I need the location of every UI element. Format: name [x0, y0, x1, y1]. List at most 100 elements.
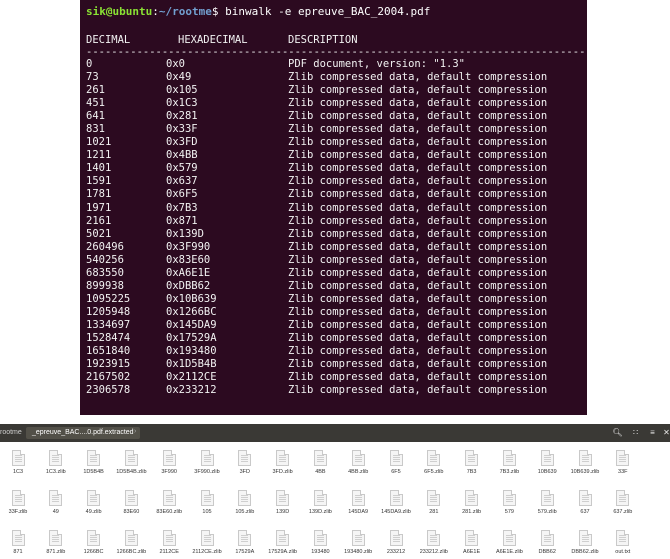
file-item[interactable]: 105.zlib [226, 490, 264, 516]
file-item[interactable]: 6F5 [377, 450, 415, 476]
document-icon [540, 530, 554, 546]
document-icon [616, 450, 630, 466]
file-item[interactable]: DBB62.zlib [566, 530, 604, 556]
result-decimal: 1651840 [86, 345, 131, 358]
result-description: Zlib compressed data, default compressio… [288, 97, 548, 110]
file-item[interactable]: 145DA9.zlib [377, 490, 415, 516]
file-item[interactable]: 193480.zlib [339, 530, 377, 556]
file-item[interactable]: 1266BC [75, 530, 113, 556]
result-row: 1591 0x637 Zlib compressed data, default c… [80, 175, 587, 188]
file-name: 1266BC.zlib [116, 549, 147, 555]
result-description: Zlib compressed data, default compressio… [288, 162, 548, 175]
file-item[interactable]: 233212 [377, 530, 415, 556]
file-item[interactable]: 2112CE.zlib [188, 530, 226, 556]
file-item[interactable]: 83E60 [112, 490, 150, 516]
breadcrumb-forward-icon[interactable]: › [134, 428, 136, 435]
result-decimal: 641 [86, 110, 105, 123]
result-row: 2306578 0x233212 Zlib compressed data, def… [80, 384, 587, 397]
result-description: Zlib compressed data, default compressio… [288, 188, 548, 201]
file-item[interactable]: 49 [37, 490, 75, 516]
file-item[interactable]: 17529A [226, 530, 264, 556]
file-name: 2112CE.zlib [192, 549, 222, 555]
file-name: A6E1E [463, 549, 481, 555]
file-name: 1D5B4B.zlib [116, 469, 147, 475]
file-item[interactable]: 33F.zlib [0, 490, 37, 516]
file-name: 281 [429, 509, 439, 515]
file-name: 193480 [311, 549, 330, 555]
document-icon [49, 450, 63, 466]
result-decimal: 1781 [86, 188, 112, 201]
file-item[interactable]: out.txt [604, 530, 642, 556]
result-row: 1334697 0x145DA9 Zlib compressed data, def… [80, 319, 587, 332]
breadcrumb-parent[interactable]: rootme [0, 429, 22, 436]
file-item[interactable]: 871.zlib [37, 530, 75, 556]
result-description: Zlib compressed data, default compressio… [288, 240, 548, 253]
file-item[interactable]: 145DA9 [339, 490, 377, 516]
document-icon [502, 450, 516, 466]
file-item[interactable]: 6F5.zlib [415, 450, 453, 476]
breadcrumb-current[interactable]: _epreuve_BAC....0.pdf.extracted [26, 427, 140, 439]
file-name: 49 [52, 509, 59, 515]
result-description: Zlib compressed data, default compressio… [288, 384, 548, 397]
result-decimal: 540256 [86, 253, 124, 266]
file-name: 4BB.zlib [348, 469, 369, 475]
file-item[interactable]: 3FD.zlib [264, 450, 302, 476]
file-item[interactable]: 10B639.zlib [566, 450, 604, 476]
file-item[interactable]: 193480 [301, 530, 339, 556]
file-item[interactable]: A6E1E [453, 530, 491, 556]
file-item[interactable]: 139D.zlib [301, 490, 339, 516]
result-decimal: 0 [86, 58, 93, 70]
file-item[interactable]: 49.zlib [75, 490, 113, 516]
menu-icon[interactable]: ≡ [646, 427, 659, 439]
result-hex: 0x139D [166, 227, 204, 240]
file-item[interactable]: 105 [188, 490, 226, 516]
file-item[interactable]: 10B639 [528, 450, 566, 476]
file-item[interactable]: 637 [566, 490, 604, 516]
file-item[interactable]: 3FD [226, 450, 264, 476]
file-item[interactable]: 1D5B4B.zlib [112, 450, 150, 476]
file-item[interactable]: 7B3.zlib [490, 450, 528, 476]
view-toggle-icon[interactable]: ∷ [629, 427, 642, 439]
document-icon [124, 530, 138, 546]
file-item[interactable]: 2112CE [150, 530, 188, 556]
document-icon [313, 450, 327, 466]
file-item[interactable]: DBB62 [528, 530, 566, 556]
file-item[interactable]: 281 [415, 490, 453, 516]
file-item[interactable]: 579.zlib [528, 490, 566, 516]
file-item[interactable]: 579 [490, 490, 528, 516]
file-name: 637.zlib [613, 509, 633, 515]
file-item[interactable]: 233212.zlib [415, 530, 453, 556]
file-item[interactable]: 4BB.zlib [339, 450, 377, 476]
document-icon [162, 450, 176, 466]
file-item[interactable]: 637.zlib [604, 490, 642, 516]
file-item[interactable]: 1D5B4B [75, 450, 113, 476]
search-icon[interactable]: 🔍︎ [611, 427, 624, 439]
file-item[interactable]: A6E1E.zlib [490, 530, 528, 556]
document-icon [616, 530, 630, 546]
result-hex: 0x83E60 [166, 253, 211, 266]
file-item[interactable]: 3F990 [150, 450, 188, 476]
file-item[interactable]: 281.zlib [453, 490, 491, 516]
file-item[interactable]: 3F990.zlib [188, 450, 226, 476]
file-item[interactable]: 1C3 [0, 450, 37, 476]
file-item[interactable]: 4BB [301, 450, 339, 476]
file-name: 4BB [315, 469, 326, 475]
file-item[interactable]: 139D [264, 490, 302, 516]
document-icon [276, 530, 290, 546]
file-item[interactable]: 871 [0, 530, 37, 556]
file-item[interactable]: 1C3.zlib [37, 450, 75, 476]
result-hex: 0x281 [166, 110, 198, 123]
file-item[interactable]: 83E60.zlib [150, 490, 188, 516]
file-item[interactable]: 1266BC.zlib [112, 530, 150, 556]
file-item[interactable]: 7B3 [453, 450, 491, 476]
file-item[interactable]: 33F [604, 450, 642, 476]
document-icon [11, 490, 25, 506]
result-row: 2167502 0x2112CE Zlib compressed data, def… [80, 371, 587, 384]
terminal-window[interactable]: sik@ubuntu:~/rootme$ binwalk -e epreuve_… [80, 0, 587, 415]
result-description: Zlib compressed data, default compressio… [288, 149, 548, 162]
close-icon[interactable]: ✕ [660, 427, 670, 439]
file-grid: 1C3 1C3.zlib 1D5B4B 1D5B4B.zlib 3F990 3F990.z… [0, 442, 670, 559]
file-name: 105 [202, 509, 212, 515]
file-item[interactable]: 17529A.zlib [264, 530, 302, 556]
document-icon [87, 450, 101, 466]
